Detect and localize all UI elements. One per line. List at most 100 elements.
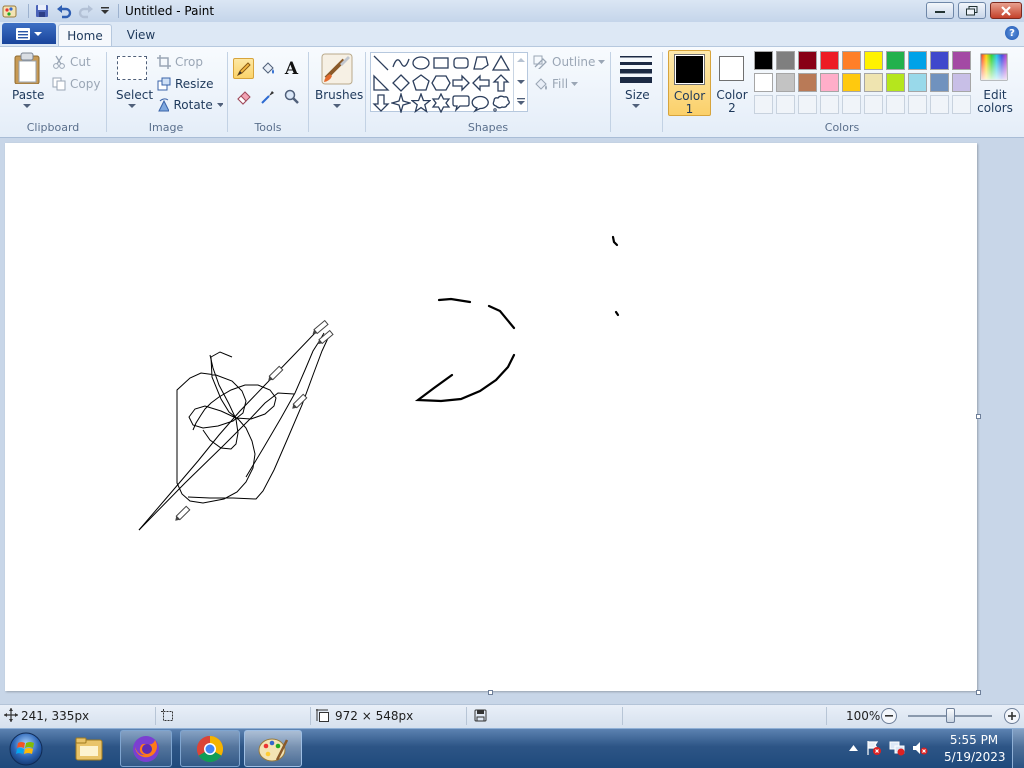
color1-button[interactable]: Color 1 — [668, 50, 711, 116]
rounded-rectangle-shape-button[interactable] — [451, 53, 471, 73]
minimize-button[interactable] — [926, 2, 954, 19]
fill-button[interactable]: Fill — [533, 75, 593, 93]
zoom-slider-thumb[interactable] — [945, 708, 955, 723]
palette-color-swatch[interactable] — [754, 51, 773, 70]
outline-button[interactable]: Outline — [533, 53, 613, 71]
clock[interactable]: 5:55 PM 5/19/2023 — [944, 733, 1006, 765]
text-tool-button[interactable]: A — [281, 58, 302, 79]
hexagon-shape-button[interactable] — [431, 73, 451, 93]
color2-button[interactable]: Color 2 — [713, 50, 751, 116]
save-icon[interactable] — [34, 3, 50, 19]
action-center-icon[interactable] — [866, 740, 882, 756]
palette-color-swatch[interactable] — [776, 51, 795, 70]
right-triangle-shape-button[interactable] — [371, 73, 391, 93]
tab-view[interactable]: View — [116, 24, 166, 46]
resize-handle-corner[interactable] — [976, 690, 981, 695]
palette-color-swatch[interactable] — [754, 73, 773, 92]
zoom-in-button[interactable] — [1004, 708, 1020, 724]
up-arrow-shape-button[interactable] — [491, 73, 511, 93]
fill-tool-button[interactable] — [257, 58, 278, 79]
palette-color-swatch[interactable] — [952, 51, 971, 70]
palette-color-swatch[interactable] — [864, 73, 883, 92]
network-icon[interactable] — [889, 740, 905, 756]
palette-color-swatch[interactable] — [886, 73, 905, 92]
palette-custom-slot[interactable] — [842, 95, 861, 114]
palette-color-swatch[interactable] — [908, 51, 927, 70]
magnifier-tool-button[interactable] — [281, 86, 302, 107]
palette-color-swatch[interactable] — [886, 51, 905, 70]
rotate-button[interactable]: Rotate — [157, 96, 223, 114]
palette-custom-slot[interactable] — [798, 95, 817, 114]
diamond-shape-button[interactable] — [391, 73, 411, 93]
shapes-scroll[interactable] — [513, 53, 527, 111]
cut-button[interactable]: Cut — [52, 53, 102, 71]
curve-shape-button[interactable] — [391, 53, 411, 73]
palette-color-swatch[interactable] — [908, 73, 927, 92]
resize-handle-bottom[interactable] — [488, 690, 493, 695]
palette-color-swatch[interactable] — [864, 51, 883, 70]
start-button[interactable] — [6, 730, 46, 767]
customize-qat-icon[interactable] — [97, 3, 113, 19]
palette-custom-slot[interactable] — [930, 95, 949, 114]
pentagon-shape-button[interactable] — [411, 73, 431, 93]
line-shape-button[interactable] — [371, 53, 391, 73]
taskbar-file-explorer[interactable] — [66, 730, 112, 767]
tray-show-hidden-icon[interactable] — [845, 740, 861, 756]
crop-button[interactable]: Crop — [157, 53, 217, 71]
select-button[interactable]: Select — [112, 52, 153, 114]
taskbar-paint[interactable] — [244, 730, 302, 767]
oval-shape-button[interactable] — [411, 53, 431, 73]
pencil-tool-button[interactable] — [233, 58, 254, 79]
paint-app-icon[interactable] — [2, 3, 18, 19]
six-point-star-shape-button[interactable] — [431, 93, 451, 113]
redo-icon[interactable] — [78, 3, 94, 19]
rounded-callout-shape-button[interactable] — [451, 93, 471, 113]
palette-color-swatch[interactable] — [930, 73, 949, 92]
taskbar-chrome[interactable] — [180, 730, 240, 767]
taskbar-firefox[interactable] — [120, 730, 172, 767]
close-button[interactable] — [990, 2, 1022, 19]
volume-icon[interactable] — [912, 740, 928, 756]
undo-icon[interactable] — [56, 3, 72, 19]
four-point-star-shape-button[interactable] — [391, 93, 411, 113]
drawing-canvas[interactable] — [5, 143, 977, 691]
paste-button[interactable]: Paste — [6, 52, 48, 114]
palette-custom-slot[interactable] — [908, 95, 927, 114]
palette-color-swatch[interactable] — [820, 73, 839, 92]
brushes-button[interactable]: Brushes — [312, 52, 363, 114]
palette-custom-slot[interactable] — [886, 95, 905, 114]
cloud-callout-shape-button[interactable] — [491, 93, 511, 113]
palette-color-swatch[interactable] — [842, 73, 861, 92]
help-icon[interactable]: ? — [1005, 26, 1019, 40]
left-arrow-shape-button[interactable] — [471, 73, 491, 93]
palette-custom-slot[interactable] — [820, 95, 839, 114]
copy-button[interactable]: Copy — [52, 75, 102, 93]
five-point-star-shape-button[interactable] — [411, 93, 431, 113]
palette-color-swatch[interactable] — [798, 73, 817, 92]
rectangle-shape-button[interactable] — [431, 53, 451, 73]
palette-color-swatch[interactable] — [798, 51, 817, 70]
resize-handle-right[interactable] — [976, 414, 981, 419]
polygon-shape-button[interactable] — [471, 53, 491, 73]
oval-callout-shape-button[interactable] — [471, 93, 491, 113]
palette-custom-slot[interactable] — [776, 95, 795, 114]
zoom-out-button[interactable] — [881, 708, 897, 724]
palette-custom-slot[interactable] — [754, 95, 773, 114]
palette-custom-slot[interactable] — [864, 95, 883, 114]
tab-home[interactable]: Home — [58, 24, 112, 46]
show-desktop-button[interactable] — [1012, 729, 1024, 768]
color-picker-tool-button[interactable] — [257, 86, 278, 107]
edit-colors-button[interactable]: Edit colors — [976, 50, 1014, 116]
palette-custom-slot[interactable] — [952, 95, 971, 114]
palette-color-swatch[interactable] — [930, 51, 949, 70]
paint-menu-button[interactable] — [2, 23, 56, 44]
resize-button[interactable]: Resize — [157, 75, 219, 93]
right-arrow-shape-button[interactable] — [451, 73, 471, 93]
restore-button[interactable] — [958, 2, 986, 19]
palette-color-swatch[interactable] — [820, 51, 839, 70]
palette-color-swatch[interactable] — [952, 73, 971, 92]
palette-color-swatch[interactable] — [842, 51, 861, 70]
eraser-tool-button[interactable] — [233, 86, 254, 107]
triangle-shape-button[interactable] — [491, 53, 511, 73]
size-button[interactable]: Size — [614, 52, 658, 114]
